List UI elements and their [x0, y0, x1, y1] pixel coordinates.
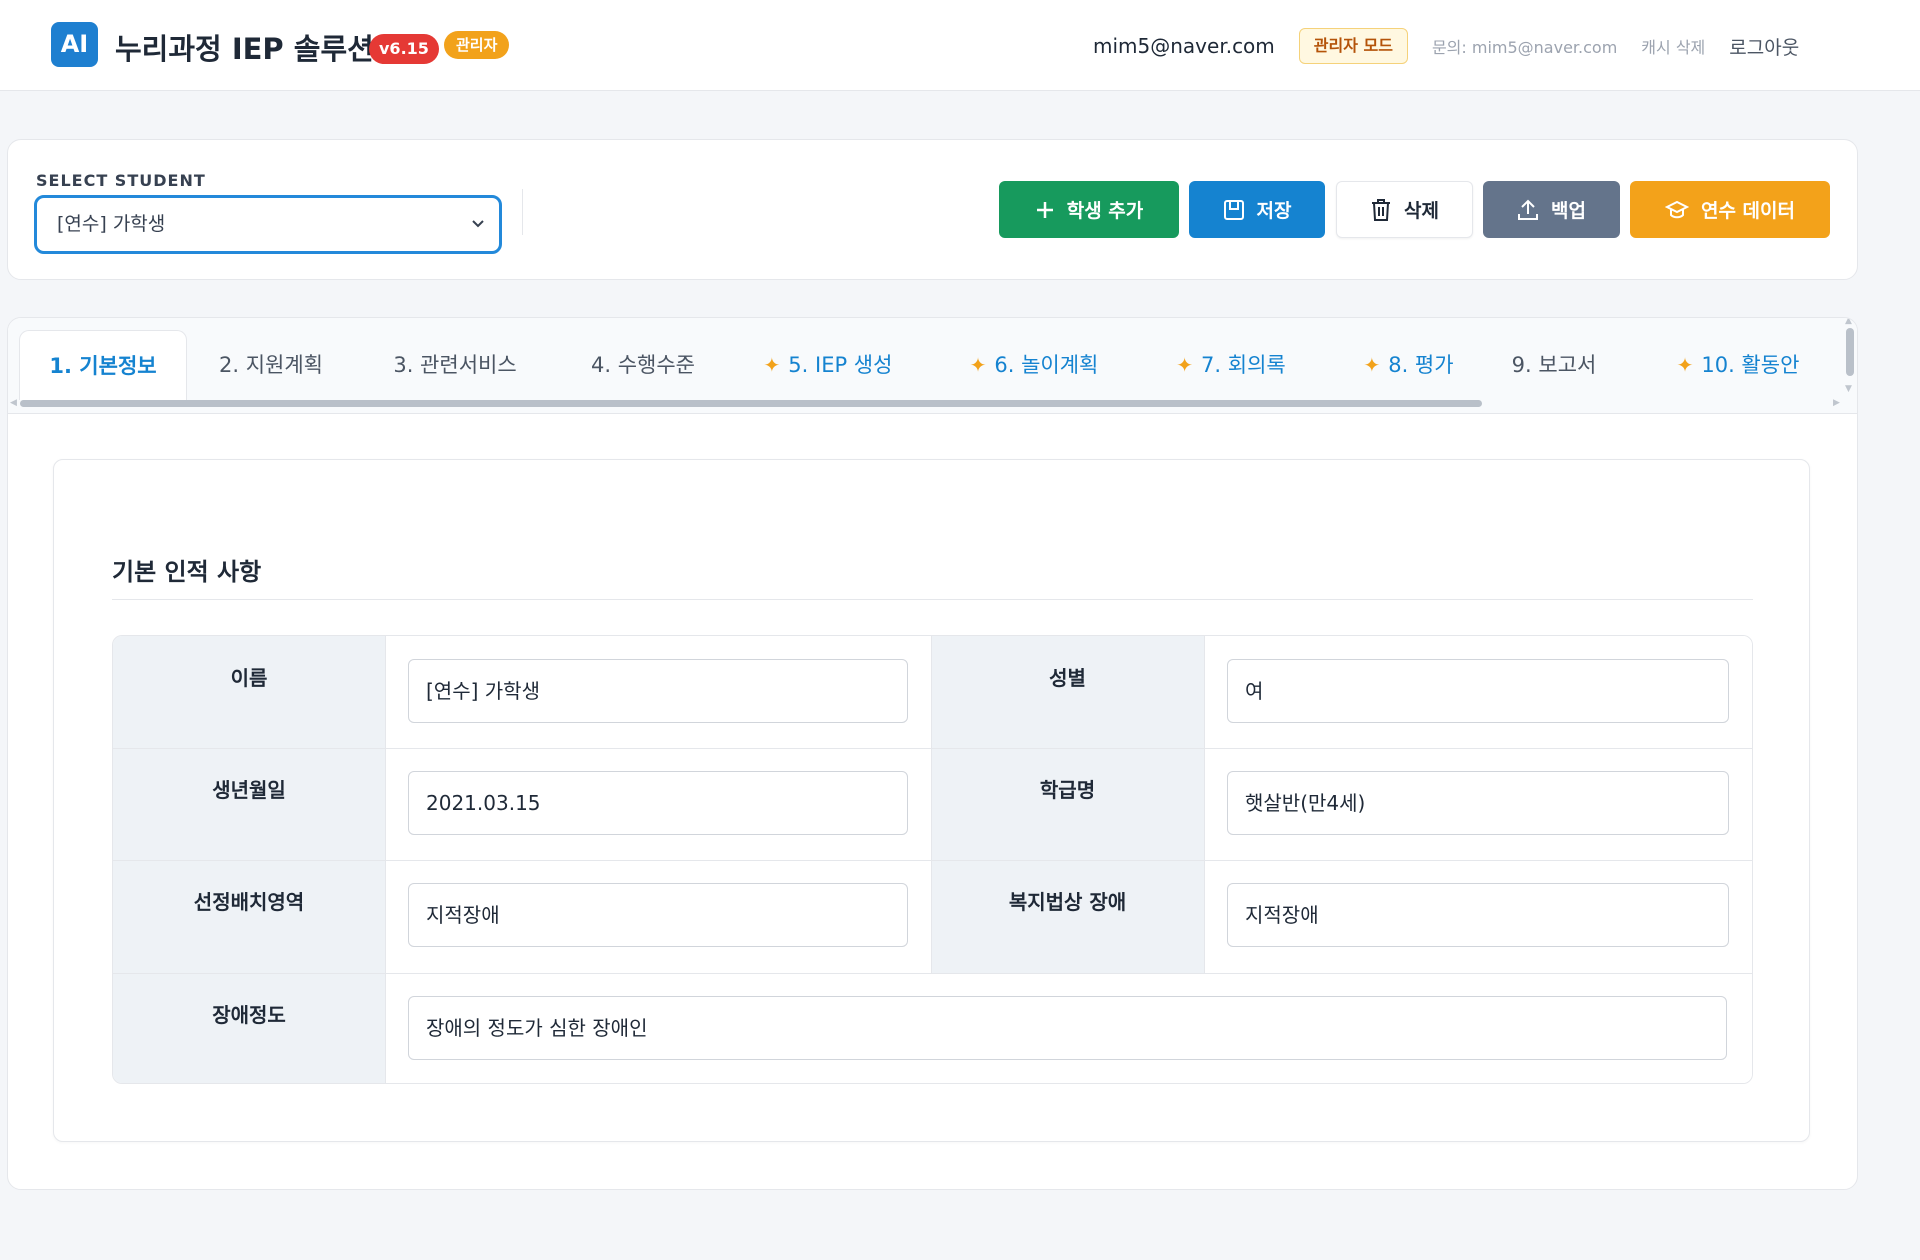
- section-divider: [112, 599, 1753, 600]
- top-header: AI 누리과정 IEP 솔루션 v6.15 관리자 mim5@naver.com…: [0, 0, 1920, 91]
- tab-bar: 1. 기본정보 2. 지원계획 3. 관련서비스 4. 수행수준 ✦ 5. IEP…: [8, 318, 1857, 414]
- tab-label: 10. 활동안: [1701, 353, 1800, 377]
- tab-label: 8. 평가: [1388, 353, 1454, 377]
- scroll-right-icon[interactable]: ▶: [1833, 398, 1840, 408]
- tab-report[interactable]: 9. 보고서: [1504, 330, 1604, 400]
- table-divider: [113, 973, 1752, 974]
- select-student-label: SELECT STUDENT: [36, 171, 206, 190]
- tab-label: 1. 기본정보: [49, 354, 157, 378]
- tab-label: 5. IEP 생성: [788, 353, 893, 377]
- student-selector-card: SELECT STUDENT [연수] 가학생 학생 추가 저장 삭제 백업 연…: [7, 139, 1858, 280]
- gender-label: 성별: [931, 636, 1204, 748]
- save-label: 저장: [1256, 200, 1292, 222]
- section-title: 기본 인적 사항: [112, 558, 262, 586]
- tab-vertical-scrollbar[interactable]: [1846, 328, 1854, 376]
- tab-label: 2. 지원계획: [219, 353, 323, 377]
- birthdate-label: 생년월일: [113, 748, 385, 860]
- contact-info: 문의: mim5@naver.com: [1431, 38, 1618, 57]
- tab-meeting-minutes[interactable]: ✦ 7. 회의록: [1161, 330, 1301, 400]
- tab-related-services[interactable]: 3. 관련서비스: [366, 330, 544, 400]
- main-card: 1. 기본정보 2. 지원계획 3. 관련서비스 4. 수행수준 ✦ 5. IEP…: [7, 317, 1858, 1190]
- logout-link[interactable]: 로그아웃: [1729, 33, 1799, 60]
- save-icon: [1223, 199, 1244, 220]
- add-student-label: 학생 추가: [1066, 200, 1144, 222]
- graduation-cap-icon: [1664, 200, 1689, 218]
- class-name-field[interactable]: 햇살반(만4세): [1227, 771, 1729, 835]
- placement-area-cell: 지적장애: [385, 860, 931, 973]
- add-student-button[interactable]: 학생 추가: [999, 181, 1179, 238]
- name-cell: [연수] 가학생: [385, 636, 931, 748]
- sparkle-icon: ✦: [1363, 353, 1381, 377]
- tab-evaluation[interactable]: ✦ 8. 평가: [1351, 330, 1466, 400]
- header-user-area: mim5@naver.com 관리자 모드 문의: mim5@naver.com…: [1093, 26, 1799, 66]
- sparkle-icon: ✦: [763, 353, 781, 377]
- plus-icon: [1036, 201, 1053, 218]
- class-name-label: 학급명: [931, 748, 1204, 860]
- name-label: 이름: [113, 636, 385, 748]
- backup-button[interactable]: 백업: [1483, 181, 1620, 238]
- clear-cache-link[interactable]: 캐시 삭제: [1641, 34, 1705, 58]
- basic-info-table: 이름 [연수] 가학생 성별 여 생년월일 2021.03.15 학급명 햇살반…: [112, 635, 1753, 1084]
- tab-label: 4. 수행수준: [591, 353, 695, 377]
- training-data-label: 연수 데이터: [1700, 200, 1795, 222]
- divider: [522, 189, 523, 235]
- training-data-button[interactable]: 연수 데이터: [1630, 181, 1830, 238]
- sparkle-icon: ✦: [969, 353, 987, 377]
- delete-label: 삭제: [1404, 200, 1439, 222]
- table-divider: [113, 860, 1752, 861]
- role-badge: 관리자: [444, 31, 510, 59]
- save-button[interactable]: 저장: [1189, 181, 1325, 238]
- table-divider: [931, 636, 932, 973]
- upload-icon: [1518, 199, 1539, 220]
- app-logo: AI: [51, 22, 98, 67]
- welfare-disability-cell: 지적장애: [1204, 860, 1752, 973]
- tab-play-plan[interactable]: ✦ 6. 놀이계획: [954, 330, 1114, 400]
- table-divider: [113, 748, 1752, 749]
- table-divider: [385, 636, 386, 1083]
- chevron-down-icon: [471, 198, 485, 272]
- user-email: mim5@naver.com: [1093, 34, 1275, 58]
- sparkle-icon: ✦: [1676, 353, 1694, 377]
- disability-severity-label: 장애정도: [113, 973, 385, 1083]
- disability-severity-cell: 장애의 정도가 심한 장애인: [385, 973, 1752, 1083]
- welfare-disability-label: 복지법상 장애: [931, 860, 1204, 973]
- placement-area-label: 선정배치영역: [113, 860, 385, 973]
- admin-mode-badge[interactable]: 관리자 모드: [1298, 28, 1408, 64]
- backup-label: 백업: [1551, 200, 1586, 222]
- app-title: 누리과정 IEP 솔루션: [115, 32, 374, 66]
- scroll-left-icon[interactable]: ◀: [10, 398, 17, 408]
- student-select-value: [연수] 가학생: [57, 213, 166, 235]
- tab-performance-level[interactable]: 4. 수행수준: [563, 330, 723, 400]
- birthdate-field[interactable]: 2021.03.15: [408, 771, 908, 835]
- tab-scrollbar-thumb[interactable]: [20, 400, 1482, 407]
- tab-label: 7. 회의록: [1201, 353, 1286, 377]
- table-divider: [1204, 636, 1205, 973]
- birthdate-cell: 2021.03.15: [385, 748, 931, 860]
- delete-button[interactable]: 삭제: [1336, 181, 1473, 238]
- tab-iep-generate[interactable]: ✦ 5. IEP 생성: [748, 330, 908, 400]
- basic-info-panel: 기본 인적 사항 이름 [연수] 가학생 성별 여 생년월일 2021.03.1…: [53, 459, 1810, 1142]
- gender-cell: 여: [1204, 636, 1752, 748]
- name-field[interactable]: [연수] 가학생: [408, 659, 908, 723]
- tab-label: 3. 관련서비스: [393, 353, 517, 377]
- sparkle-icon: ✦: [1176, 353, 1194, 377]
- tab-activity-plan[interactable]: ✦ 10. 활동안: [1663, 330, 1813, 400]
- placement-area-field[interactable]: 지적장애: [408, 883, 908, 947]
- tab-basic-info[interactable]: 1. 기본정보: [19, 330, 187, 400]
- tab-label: 6. 놀이계획: [994, 353, 1099, 377]
- class-name-cell: 햇살반(만4세): [1204, 748, 1752, 860]
- student-select[interactable]: [연수] 가학생: [34, 195, 502, 254]
- scroll-down-icon[interactable]: ▼: [1845, 384, 1852, 394]
- welfare-disability-field[interactable]: 지적장애: [1227, 883, 1729, 947]
- tab-label: 9. 보고서: [1511, 353, 1597, 377]
- scroll-up-icon[interactable]: ▲: [1845, 318, 1852, 326]
- version-badge: v6.15: [369, 34, 439, 64]
- gender-field[interactable]: 여: [1227, 659, 1729, 723]
- tab-support-plan[interactable]: 2. 지원계획: [197, 330, 345, 400]
- trash-icon: [1372, 198, 1391, 221]
- disability-severity-field[interactable]: 장애의 정도가 심한 장애인: [408, 996, 1727, 1060]
